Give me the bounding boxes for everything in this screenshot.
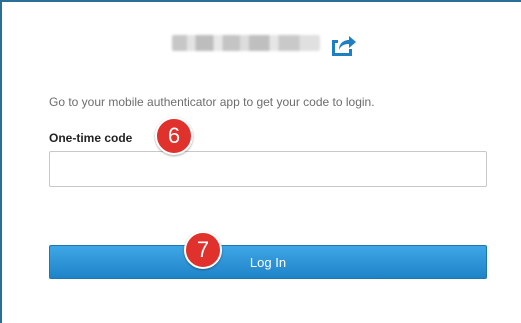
- login-button[interactable]: Log In: [49, 245, 487, 279]
- step-6-badge: 6: [155, 117, 193, 155]
- one-time-code-input[interactable]: [49, 151, 487, 187]
- redacted-account-name: [172, 35, 320, 51]
- share-export-icon[interactable]: [330, 32, 357, 57]
- otp-label: One-time code: [49, 131, 133, 145]
- instruction-text: Go to your mobile authenticator app to g…: [49, 95, 375, 109]
- step-7-badge: 7: [184, 231, 222, 269]
